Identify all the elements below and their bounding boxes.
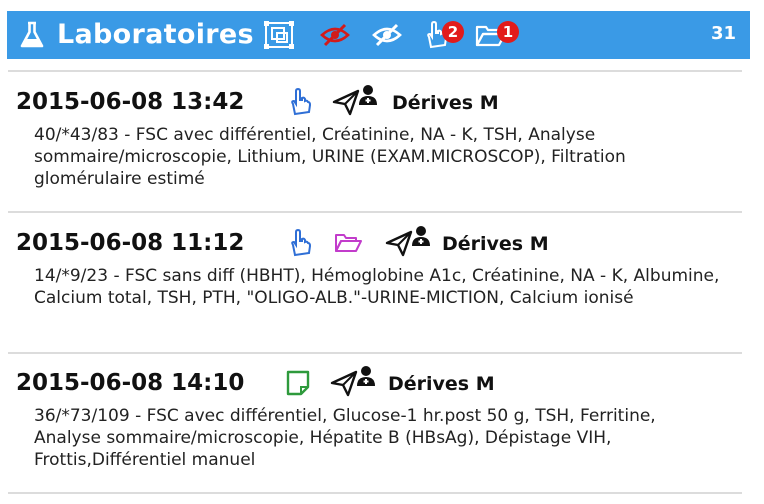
doctor-icon — [412, 226, 430, 246]
entry-description: 40/*43/83 - FSC avec différentiel, Créat… — [34, 125, 626, 189]
select-region-icon[interactable] — [263, 21, 295, 49]
lab-header-bar: Laboratoires 2 1 31 — [7, 11, 750, 59]
eye-slash-icon[interactable] — [371, 21, 403, 49]
entry-datetime: 2015-06-08 14:10 — [16, 370, 245, 396]
divider — [8, 492, 742, 494]
lab-entry[interactable]: 2015-06-08 11:12 Dérives M 14/*9/23 - FS… — [16, 226, 736, 309]
paper-plane-icon[interactable] — [385, 229, 413, 257]
doctor-icon — [359, 85, 377, 105]
entry-doctor: Dérives M — [392, 92, 499, 114]
folder-open-icon[interactable] — [334, 229, 362, 257]
divider — [8, 352, 742, 354]
paper-plane-icon[interactable] — [332, 88, 360, 116]
hand-pointer-icon[interactable] — [286, 229, 314, 257]
lab-entry[interactable]: 2015-06-08 13:42 Dérives M 40/*43/83 - F… — [16, 85, 736, 190]
entry-description: 14/*9/23 - FSC sans diff (HBHT), Hémoglo… — [34, 266, 720, 308]
sticky-note-icon[interactable] — [284, 369, 312, 397]
entry-datetime: 2015-06-08 11:12 — [16, 230, 245, 256]
entry-doctor: Dérives M — [442, 233, 549, 255]
eye-slash-red-icon[interactable] — [319, 21, 351, 49]
entry-description: 36/*73/109 - FSC avec différentiel, Gluc… — [34, 406, 656, 470]
header-title: Laboratoires — [57, 19, 254, 50]
divider — [8, 211, 742, 213]
doctor-icon — [357, 366, 375, 386]
hand-pointer-icon[interactable] — [286, 88, 314, 116]
results-count: 31 — [710, 23, 736, 44]
lab-entry[interactable]: 2015-06-08 14:10 Dérives M 36/*73/109 - … — [16, 366, 736, 471]
paper-plane-icon[interactable] — [330, 369, 358, 397]
flask-icon — [20, 21, 44, 48]
entry-datetime: 2015-06-08 13:42 — [16, 89, 245, 115]
divider — [8, 70, 742, 72]
entry-doctor: Dérives M — [388, 373, 495, 395]
folder-count-badge: 1 — [497, 21, 519, 43]
hand-count-badge: 2 — [442, 21, 464, 43]
